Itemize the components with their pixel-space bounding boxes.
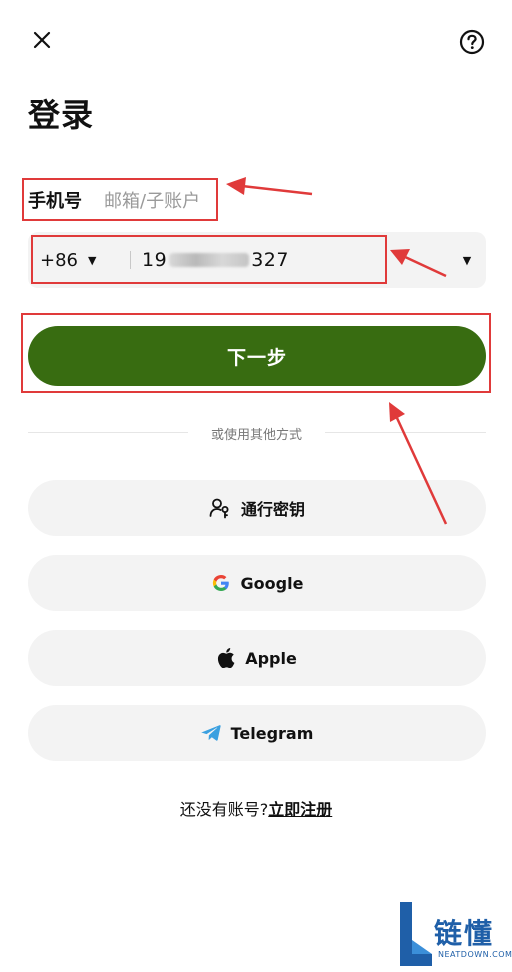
- alt-methods-divider-text: 或使用其他方式: [210, 428, 302, 443]
- signup-link[interactable]: 立即注册: [268, 800, 332, 819]
- redacted-digits: [169, 253, 250, 267]
- telegram-icon: [201, 725, 221, 741]
- passkey-label: 通行密钥: [240, 500, 305, 519]
- phone-prefix: 19: [142, 249, 168, 271]
- annotation-arrow-tabs: [226, 177, 313, 196]
- passkey-button[interactable]: 通行密钥: [28, 480, 486, 536]
- divider-line-right: [325, 432, 486, 433]
- google-icon: [212, 575, 229, 591]
- country-code-value: +86: [40, 249, 78, 271]
- watermark-subtext: NEATDOWN.COM: [438, 950, 512, 959]
- tab-phone[interactable]: 手机号: [28, 187, 82, 213]
- phone-suffix: 327: [251, 249, 289, 271]
- watermark-logo: 链懂 NEATDOWN.COM: [398, 900, 512, 968]
- next-button[interactable]: 下一步: [28, 326, 486, 386]
- page-title: 登录: [28, 96, 95, 134]
- signup-text: 还没有账号?: [179, 800, 269, 819]
- close-icon[interactable]: [28, 26, 56, 54]
- caret-down-icon: ▼: [88, 253, 97, 267]
- watermark-text: 链懂: [434, 917, 495, 950]
- telegram-button[interactable]: Telegram: [28, 705, 486, 761]
- phone-history-dropdown-icon[interactable]: ▼: [448, 232, 486, 288]
- tab-email-subaccount[interactable]: 邮箱/子账户: [104, 187, 200, 213]
- google-button[interactable]: Google: [28, 555, 486, 611]
- phone-input[interactable]: 19 327: [142, 232, 289, 288]
- help-circle-icon[interactable]: [456, 26, 488, 58]
- signup-prompt: 还没有账号?立即注册: [0, 796, 512, 820]
- passkey-icon: [209, 498, 229, 519]
- country-code-select[interactable]: +86 ▼: [40, 232, 96, 288]
- telegram-label: Telegram: [230, 723, 314, 743]
- apple-button[interactable]: Apple: [28, 630, 486, 686]
- watermark-l-mark: [400, 902, 432, 966]
- apple-icon: [218, 648, 235, 668]
- apple-label: Apple: [245, 648, 297, 668]
- field-divider: [130, 251, 131, 269]
- login-method-tabs: 手机号 邮箱/子账户: [28, 183, 222, 217]
- google-label: Google: [240, 573, 304, 593]
- phone-field: +86 ▼ 19 327 ▼: [28, 232, 486, 288]
- divider-line-left: [28, 432, 188, 433]
